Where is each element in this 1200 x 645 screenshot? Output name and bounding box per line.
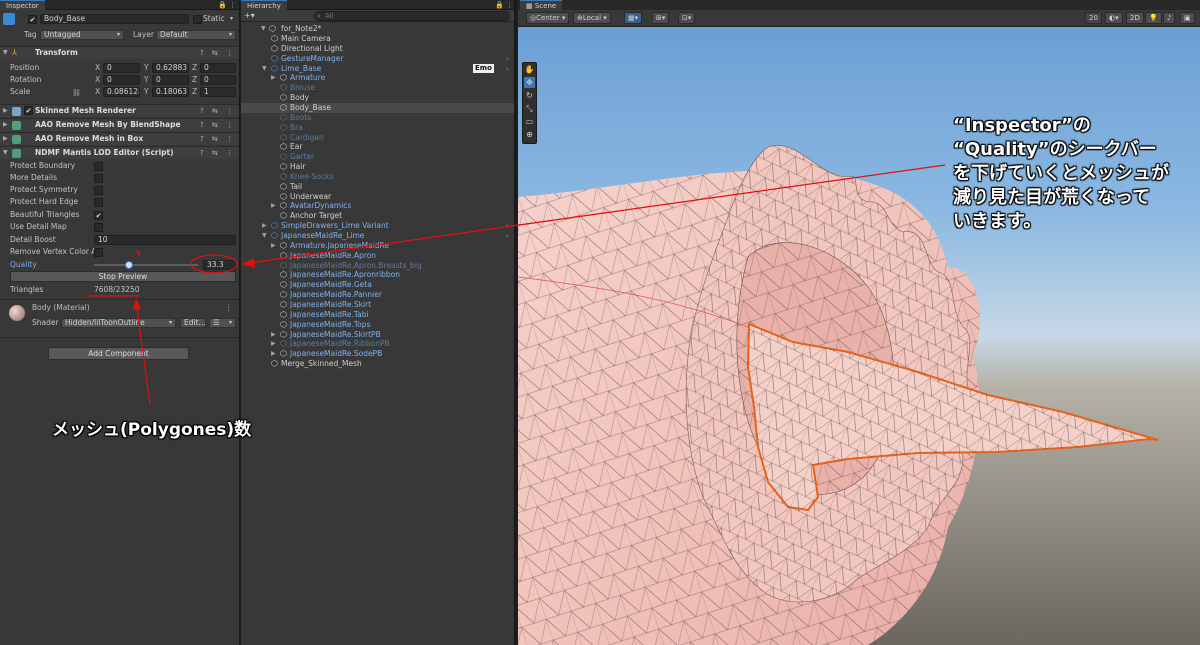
note-line: を下げていくとメッシュが (953, 163, 1169, 184)
slider-hint-mark (136, 249, 141, 257)
annotation-overlay (88, 164, 946, 406)
instruction-note: “Inspector”の “Quality”のシークバー を下げていくとメッシュ… (953, 114, 1169, 234)
note-line: “Inspector”の (953, 115, 1091, 136)
note-line: 減り見た目が荒くなって (953, 187, 1151, 208)
mesh-count-arrow-line (135, 299, 151, 406)
quality-highlight-circle (190, 254, 238, 274)
quality-arrow-head (242, 258, 255, 268)
mesh-count-note: メッシュ(Polygones)数 (52, 420, 252, 440)
mesh-count-arrow-head (133, 298, 141, 310)
note-line: “Quality”のシークバー (953, 139, 1157, 160)
quality-arrow-line (241, 164, 946, 265)
note-line: いきます。 (953, 211, 1042, 232)
